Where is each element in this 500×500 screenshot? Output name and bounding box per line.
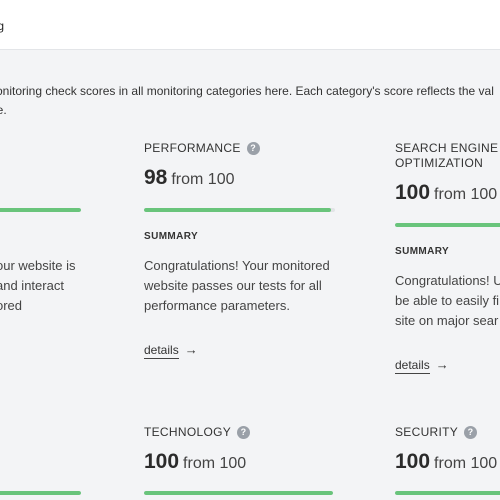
score-from-label: from 100: [434, 455, 498, 472]
score-from-label: from 100: [171, 171, 235, 188]
seo-title-line-1: SEARCH ENGINE: [395, 141, 499, 155]
performance-score-value: 98: [144, 166, 168, 189]
intro-description: monitoring check scores in all monitorin…: [0, 82, 500, 120]
score-bar-fill: [0, 208, 81, 212]
technology-score-bar: [144, 491, 333, 495]
performance-score: 98 from 100: [144, 166, 235, 190]
intro-line-2: ore.: [0, 103, 7, 117]
security-title-text: SECURITY: [395, 425, 459, 439]
seo-summary-text: Congratulations! U be able to easily fi …: [395, 271, 500, 331]
seo-summary-line-3: site on major sear: [395, 313, 499, 328]
seo-summary-line-1: Congratulations! U: [395, 273, 500, 288]
score-from-label: from 100: [183, 455, 247, 472]
score-bar-fill: [395, 223, 500, 227]
score-bar-fill: [144, 208, 332, 212]
score-from-label: from 100: [434, 186, 498, 203]
left-card-summary: our website is and interact ored: [0, 256, 96, 316]
technology-score-value: 100: [144, 450, 180, 473]
score-bar-fill: [0, 491, 81, 495]
details-link-text[interactable]: details: [395, 358, 430, 374]
performance-title-text: PERFORMANCE: [144, 141, 241, 155]
details-link-text[interactable]: details: [144, 343, 179, 359]
score-bar-left-top: [0, 208, 81, 212]
page-title: ating: [0, 19, 5, 33]
technology-card-title: TECHNOLOGY?: [144, 425, 251, 440]
help-icon[interactable]: ?: [464, 426, 478, 439]
left-summary-line-2: and interact: [0, 278, 64, 293]
score-bar-fill: [395, 491, 500, 495]
help-icon[interactable]: ?: [246, 142, 260, 155]
score-bar-left-bottom: [0, 491, 81, 495]
technology-title-text: TECHNOLOGY: [144, 425, 232, 439]
seo-details-link[interactable]: details →: [395, 357, 449, 374]
technology-score: 100 from 100: [144, 450, 246, 474]
top-bar: ating: [0, 0, 500, 50]
performance-summary-label: SUMMARY: [144, 231, 199, 242]
performance-summary-text: Congratulations! Your monitored website …: [144, 258, 330, 313]
performance-score-bar: [144, 208, 335, 212]
arrow-right-icon[interactable]: →: [185, 342, 198, 357]
performance-details-link[interactable]: details →: [144, 342, 198, 359]
seo-score-value: 100: [395, 181, 431, 204]
seo-summary-line-2: be able to easily fi: [395, 293, 500, 308]
performance-card-title: PERFORMANCE?: [144, 141, 260, 156]
seo-title-line-2: OPTIMIZATION: [395, 156, 484, 170]
score-bar-fill: [144, 491, 333, 495]
security-score: 100 from 100: [395, 450, 497, 474]
security-card-title: SECURITY?: [395, 425, 478, 440]
security-score-bar: [395, 491, 500, 495]
seo-score: 100 from 100: [395, 181, 497, 205]
left-summary-line-3: ored: [0, 298, 23, 313]
help-icon[interactable]: ?: [237, 426, 251, 439]
seo-card-title: SEARCH ENGINE OPTIMIZATION: [395, 141, 498, 171]
left-summary-line-1: our website is: [0, 258, 76, 273]
security-score-value: 100: [395, 450, 431, 473]
arrow-right-icon[interactable]: →: [436, 357, 449, 372]
intro-line-1: monitoring check scores in all monitorin…: [0, 84, 494, 98]
seo-score-bar: [395, 223, 500, 227]
seo-summary-label: SUMMARY: [395, 246, 450, 257]
